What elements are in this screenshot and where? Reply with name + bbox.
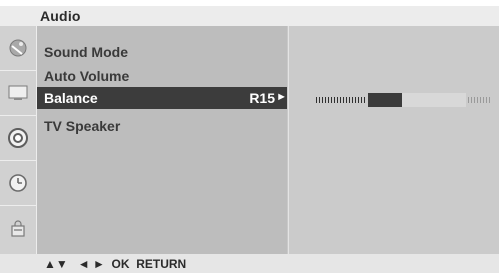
menu-item-sound-mode[interactable]: Sound Mode bbox=[37, 41, 287, 63]
menu-item-auto-volume[interactable]: Auto Volume bbox=[37, 65, 287, 87]
ok-hint: OK bbox=[111, 257, 130, 271]
menu-item-label: Sound Mode bbox=[44, 44, 128, 60]
menu-item-balance[interactable]: Balance R15 ► bbox=[37, 87, 287, 109]
clock-icon[interactable] bbox=[0, 161, 36, 205]
speaker-icon[interactable] bbox=[0, 116, 36, 160]
balance-ticks-left bbox=[316, 97, 366, 103]
lock-icon[interactable] bbox=[0, 206, 36, 250]
balance-track-right bbox=[402, 93, 466, 107]
menu-list: Sound Mode Auto Volume Balance R15 ► TV … bbox=[37, 26, 287, 254]
menu-item-label: Balance bbox=[44, 90, 98, 106]
menu-item-label: Auto Volume bbox=[44, 68, 130, 84]
settings-area bbox=[288, 26, 499, 254]
footer-hints: ▲▼ ◄ ► OK RETURN bbox=[44, 257, 186, 271]
satellite-dish-icon[interactable] bbox=[0, 26, 36, 70]
up-down-arrows-icon: ▲▼ bbox=[44, 257, 68, 271]
menu-item-label: TV Speaker bbox=[44, 118, 121, 134]
balance-value: R15 bbox=[249, 90, 275, 106]
balance-slider[interactable] bbox=[316, 93, 492, 107]
return-hint: RETURN bbox=[136, 257, 187, 271]
osd-screen: Audio Sound Mode Auto Volume Balance R15… bbox=[0, 0, 499, 273]
title-bar: Audio bbox=[0, 6, 499, 26]
balance-level-indicator bbox=[368, 93, 402, 107]
menu-panel: Sound Mode Auto Volume Balance R15 ► TV … bbox=[0, 26, 499, 254]
tv-screen-icon[interactable] bbox=[0, 71, 36, 115]
balance-ticks-right bbox=[468, 97, 492, 103]
menu-title: Audio bbox=[40, 8, 81, 24]
right-arrow-icon: ► bbox=[276, 91, 287, 103]
footer-hint-bar: ▲▼ ◄ ► OK RETURN bbox=[0, 254, 499, 273]
left-right-arrows-icon: ◄ ► bbox=[77, 257, 105, 271]
menu-item-tv-speaker[interactable]: TV Speaker bbox=[37, 115, 287, 137]
category-icon-column bbox=[0, 26, 37, 254]
